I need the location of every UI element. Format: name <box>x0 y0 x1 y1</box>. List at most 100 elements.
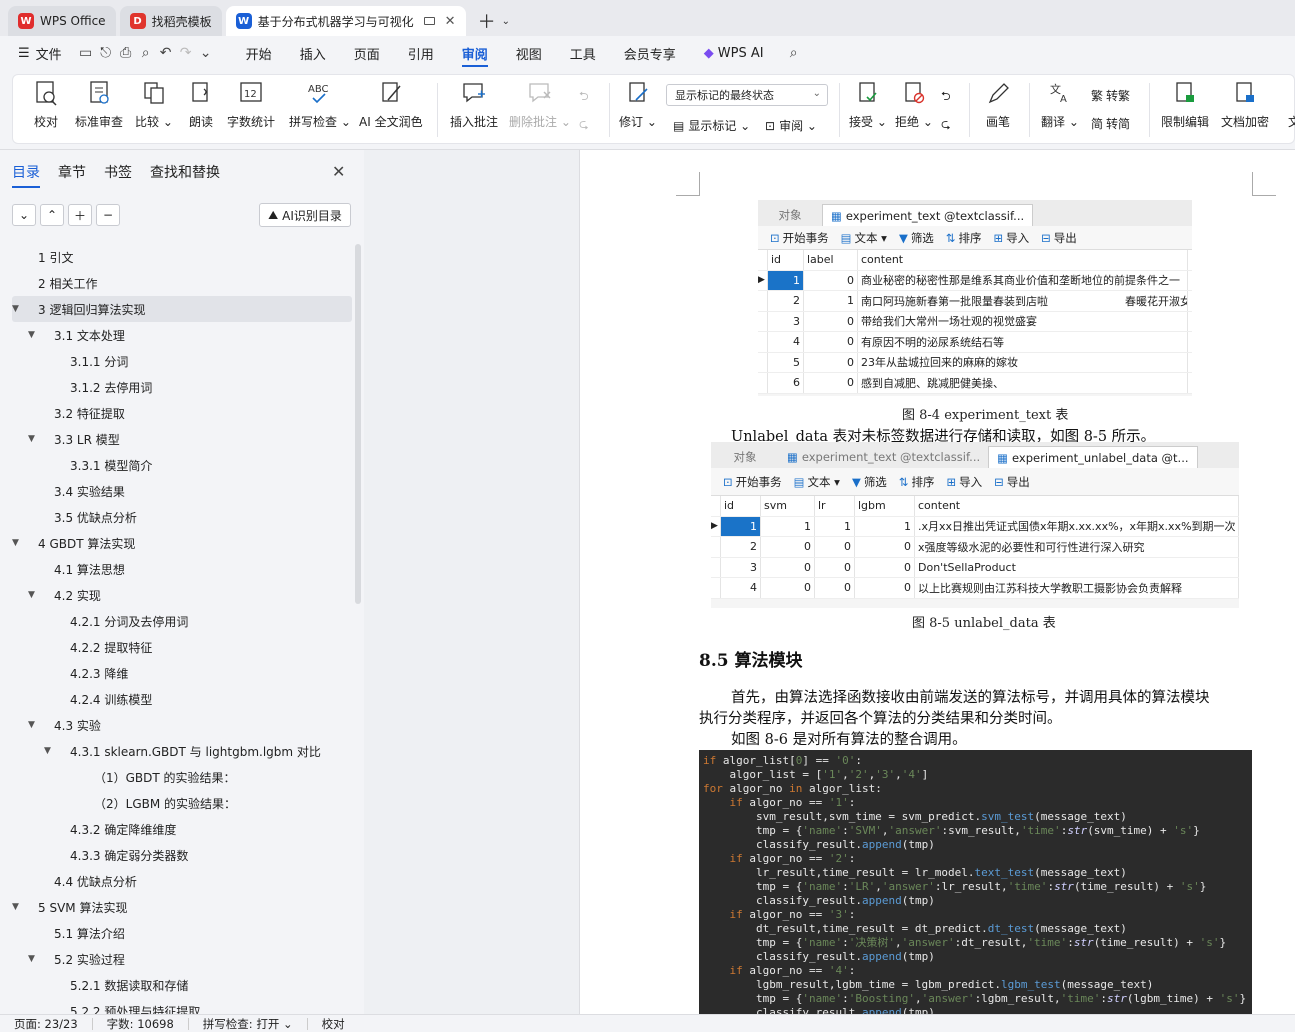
expand-triangle-icon[interactable]: ▼ <box>28 434 35 444</box>
insert-comment-button[interactable]: 插入批注 <box>450 79 498 139</box>
tab-wps-office[interactable]: W WPS Office <box>8 6 116 36</box>
tab-bookmarks[interactable]: 书签 <box>104 162 132 188</box>
read-aloud-button[interactable]: 朗读 <box>188 79 214 139</box>
word-count[interactable]: 字数: 10698 <box>93 1017 189 1030</box>
track-changes-button[interactable]: 修订 ⌄ <box>619 79 657 139</box>
expand-triangle-icon[interactable]: ▼ <box>28 720 35 730</box>
encrypt-document-button[interactable]: 文档加密 <box>1221 79 1269 139</box>
restrict-editing-button[interactable]: 限制编辑 <box>1161 79 1209 139</box>
menu-references[interactable]: 引用 <box>394 36 448 70</box>
remove-heading-button[interactable]: − <box>96 204 120 226</box>
expand-up-button[interactable]: ⌃ <box>40 204 64 226</box>
toc-item[interactable]: 3.2 特征提取 <box>12 400 352 426</box>
close-icon[interactable]: ✕ <box>445 14 456 29</box>
proofread-status[interactable]: 校对 <box>308 1018 359 1030</box>
expand-triangle-icon[interactable]: ▼ <box>28 590 35 600</box>
previous-change-icon[interactable]: ⮌ <box>941 87 951 108</box>
pen-button[interactable]: 画笔 <box>985 79 1011 139</box>
convert-traditional-button[interactable]: 繁转繁 <box>1091 87 1130 104</box>
toc-item[interactable]: 4.2.1 分词及去停用词 <box>12 608 352 634</box>
chevron-down-icon[interactable]: ⌄ <box>196 36 216 70</box>
toc-item[interactable]: 3.5 优缺点分析 <box>12 504 352 530</box>
page-indicator[interactable]: 页面: 23/23 <box>0 1017 93 1030</box>
word-count-button[interactable]: 12 字数统计 <box>227 79 275 139</box>
ai-detect-toc-button[interactable]: ⛰ AI识别目录 <box>259 203 351 227</box>
expand-triangle-icon[interactable]: ▼ <box>12 538 19 548</box>
tab-toc[interactable]: 目录 <box>12 162 40 188</box>
wps-ai-menu[interactable]: ◆ WPS AI <box>690 36 778 70</box>
menu-view[interactable]: 视图 <box>502 36 556 70</box>
toc-item[interactable]: 4.2.4 训练模型 <box>12 686 352 712</box>
toc-item[interactable]: ▼ 5.2 实验过程 <box>12 946 352 972</box>
expand-triangle-icon[interactable]: ▼ <box>44 746 51 756</box>
review-pane-button[interactable]: ⊡ 审阅 ⌄ <box>765 117 817 134</box>
expand-triangle-icon[interactable]: ▼ <box>28 954 35 964</box>
delete-comment-button[interactable]: 删除批注 ⌄ <box>509 79 571 139</box>
tab-chapters[interactable]: 章节 <box>58 162 86 188</box>
proofread-button[interactable]: 校对 <box>33 79 59 139</box>
convert-simplified-button[interactable]: 简转简 <box>1091 115 1130 132</box>
markup-display-select[interactable]: 显示标记的最终状态 ⌄ <box>666 84 828 106</box>
tab-find-replace[interactable]: 查找和替换 <box>150 162 220 188</box>
undo-icon[interactable]: ↶ <box>156 36 176 70</box>
menu-tools[interactable]: 工具 <box>556 36 610 70</box>
expand-triangle-icon[interactable]: ▼ <box>12 304 19 314</box>
menu-review[interactable]: 审阅 <box>448 36 502 70</box>
menu-insert[interactable]: 插入 <box>286 36 340 70</box>
tab-current-document[interactable]: W 基于分布式机器学习与可视化 ✕ <box>225 6 466 36</box>
toc-item[interactable]: ▼ 3.1 文本处理 <box>12 322 352 348</box>
standard-review-button[interactable]: 标准审查 <box>75 79 123 139</box>
toc-item[interactable]: 4.4 优缺点分析 <box>12 868 352 894</box>
toc-item[interactable]: （2）LGBM 的实验结果： <box>12 790 352 816</box>
file-menu[interactable]: ☰ 文件 <box>0 36 76 70</box>
toc-item[interactable]: ▼ 4.2 实现 <box>12 582 352 608</box>
toc-item[interactable]: 3.3.1 模型简介 <box>12 452 352 478</box>
toc-item[interactable]: ▼ 4.3.1 sklearn.GBDT 与 lightgbm.lgbm 对比 <box>12 738 352 764</box>
menu-member[interactable]: 会员专享 <box>610 36 690 70</box>
print-icon[interactable]: ⎙ <box>116 36 136 70</box>
spell-check-status[interactable]: 拼写检查: 打开 ⌄ <box>189 1017 308 1030</box>
toc-item[interactable]: 4.3.2 确定降维维度 <box>12 816 352 842</box>
toc-item[interactable]: ▼ 4.3 实验 <box>12 712 352 738</box>
toc-item[interactable]: ▼ 5 SVM 算法实现 <box>12 894 352 920</box>
ai-polish-button[interactable]: AI 全文润色 <box>359 79 423 139</box>
screen-icon[interactable] <box>423 17 435 25</box>
export-icon[interactable]: ⎋ <box>96 36 116 70</box>
expand-triangle-icon[interactable]: ▼ <box>28 330 35 340</box>
compare-button[interactable]: 比较 ⌄ <box>135 79 173 139</box>
chevron-down-icon[interactable]: ⌄ <box>502 16 510 27</box>
toc-item[interactable]: ▼ 3 逻辑回归算法实现 <box>12 296 352 322</box>
toc-item[interactable]: 1 引文 <box>12 244 352 270</box>
next-comment-icon[interactable]: ⮎ <box>579 115 589 136</box>
toc-item[interactable]: ▼ 3.3 LR 模型 <box>12 426 352 452</box>
accept-button[interactable]: 接受 ⌄ <box>849 79 887 139</box>
add-heading-button[interactable]: ＋ <box>68 204 92 226</box>
toc-item[interactable]: 4.2.2 提取特征 <box>12 634 352 660</box>
menu-start[interactable]: 开始 <box>232 36 286 70</box>
expand-triangle-icon[interactable]: ▼ <box>12 902 19 912</box>
toc-item[interactable]: 5.2.1 数据读取和存储 <box>12 972 352 998</box>
previous-comment-icon[interactable]: ⮌ <box>579 87 589 108</box>
collapse-all-button[interactable]: ⌄ <box>12 204 36 226</box>
menu-page[interactable]: 页面 <box>340 36 394 70</box>
toc-item[interactable]: 4.2.3 降维 <box>12 660 352 686</box>
toc-item[interactable]: 4.3.3 确定弱分类器数 <box>12 842 352 868</box>
toc-item[interactable]: 2 相关工作 <box>12 270 352 296</box>
translate-button[interactable]: 文A 翻译 ⌄ <box>1041 79 1079 139</box>
document-page[interactable]: 对象 ▦ experiment_text @textclassif... ⊡ 开始事… <box>580 150 1295 1014</box>
tab-docer-templates[interactable]: D 找稻壳模板 <box>119 6 222 36</box>
reject-button[interactable]: 拒绝 ⌄ <box>895 79 933 139</box>
toc-item[interactable]: ▼ 4 GBDT 算法实现 <box>12 530 352 556</box>
scrollbar[interactable] <box>355 244 361 604</box>
toc-item[interactable]: 3.1.2 去停用词 <box>12 374 352 400</box>
toc-item[interactable]: 3.4 实验结果 <box>12 478 352 504</box>
save-icon[interactable]: ▭ <box>76 36 96 70</box>
more-ribbon-button[interactable]: 文 <box>1281 79 1295 139</box>
search-icon[interactable]: ⌕ <box>784 36 804 70</box>
spell-check-button[interactable]: ABC 拼写检查 ⌄ <box>289 79 351 139</box>
toc-item[interactable]: 5.1 算法介绍 <box>12 920 352 946</box>
next-change-icon[interactable]: ⮎ <box>941 115 951 136</box>
show-markup-button[interactable]: ▤ 显示标记 ⌄ <box>673 117 750 134</box>
close-icon[interactable]: ✕ <box>332 162 345 181</box>
toc-item[interactable]: 3.1.1 分词 <box>12 348 352 374</box>
